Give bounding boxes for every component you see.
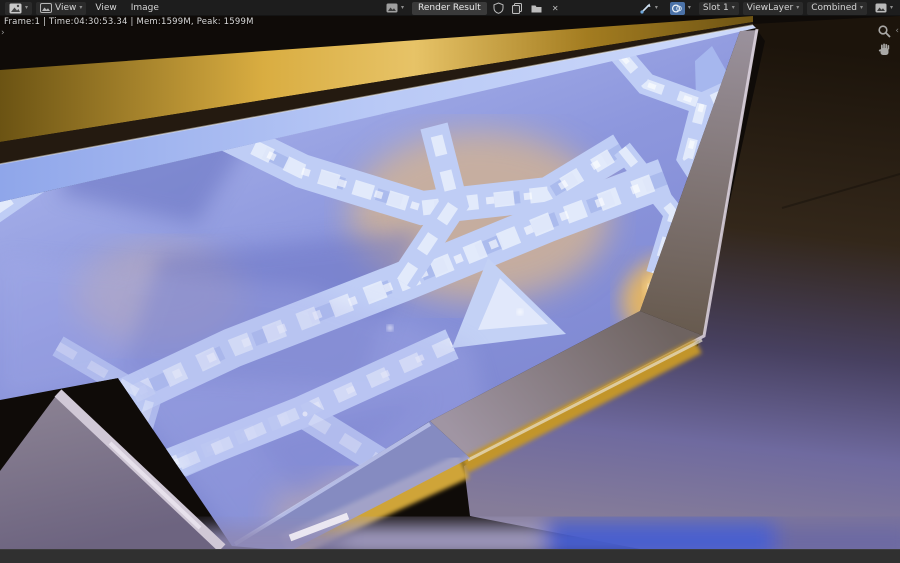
overlays-icon bbox=[669, 1, 685, 15]
image-mode-icon bbox=[40, 3, 53, 13]
sidebar-toggle-arrow[interactable]: ‹ bbox=[895, 26, 899, 36]
pan-gizmo-hand-icon[interactable] bbox=[877, 42, 892, 57]
browse-image-dropdown[interactable]: ▾ bbox=[382, 2, 408, 15]
image-editor-header: ▾ View ▾ View Image ▾ Render Result ✕ ▾ … bbox=[0, 0, 900, 16]
editor-type-dropdown[interactable]: ▾ bbox=[5, 1, 33, 15]
duplicate-image-button[interactable] bbox=[510, 2, 525, 15]
chevron-down-icon: ▾ bbox=[889, 4, 893, 11]
open-image-button[interactable] bbox=[529, 2, 544, 15]
image-datablock-group: ▾ Render Result ✕ bbox=[382, 0, 563, 16]
gizmos-toggle-dropdown[interactable]: ▾ bbox=[635, 2, 662, 15]
render-pass-label: Combined bbox=[811, 2, 857, 13]
slot-dropdown[interactable]: Slot 1 ▾ bbox=[698, 1, 739, 15]
chevron-down-icon: ▾ bbox=[731, 4, 735, 11]
menu-image[interactable]: Image bbox=[126, 1, 164, 16]
chevron-down-icon: ▾ bbox=[401, 4, 405, 11]
toolbar-toggle-arrow[interactable]: › bbox=[1, 28, 5, 38]
chevron-down-icon: ▾ bbox=[687, 4, 691, 11]
mode-label: View bbox=[55, 2, 77, 13]
shield-icon bbox=[493, 2, 504, 14]
close-icon: ✕ bbox=[551, 3, 559, 13]
render-pass-dropdown[interactable]: Combined ▾ bbox=[807, 1, 867, 15]
blender-window: ▾ View ▾ View Image ▾ Render Result ✕ ▾ … bbox=[0, 0, 900, 563]
menu-view[interactable]: View bbox=[90, 1, 121, 16]
status-bar bbox=[0, 549, 900, 563]
unlink-image-button[interactable]: ✕ bbox=[548, 2, 563, 15]
folder-icon bbox=[531, 5, 542, 12]
copy-icon bbox=[512, 3, 523, 14]
image-browse-icon bbox=[386, 3, 398, 13]
view-layer-label: ViewLayer bbox=[746, 2, 794, 13]
chevron-down-icon: ▾ bbox=[796, 4, 800, 11]
image-name-field[interactable]: Render Result bbox=[412, 1, 487, 15]
chevron-down-icon: ▾ bbox=[654, 4, 658, 11]
image-editor-icon bbox=[9, 3, 22, 13]
overlays-toggle-dropdown[interactable]: ▾ bbox=[666, 1, 695, 15]
display-channels-dropdown[interactable]: ▾ bbox=[871, 2, 897, 15]
chevron-down-icon: ▾ bbox=[79, 4, 83, 11]
fake-user-shield-button[interactable] bbox=[491, 2, 506, 15]
chevron-down-icon: ▾ bbox=[25, 4, 29, 11]
zoom-gizmo-magnifier-icon[interactable] bbox=[877, 24, 892, 39]
render-stats-text: Frame:1 | Time:04:30:53.34 | Mem:1599M, … bbox=[4, 17, 254, 27]
display-channels-icon bbox=[875, 3, 887, 13]
view-layer-dropdown[interactable]: ViewLayer ▾ bbox=[742, 1, 804, 15]
chevron-down-icon: ▾ bbox=[859, 4, 863, 11]
header-left-group: ▾ View ▾ View Image bbox=[5, 0, 164, 16]
slot-label: Slot 1 bbox=[702, 2, 729, 13]
render-viewport-canvas[interactable]: Frame:1 | Time:04:30:53.34 | Mem:1599M, … bbox=[0, 16, 900, 549]
render-result-image bbox=[0, 16, 900, 549]
mode-dropdown[interactable]: View ▾ bbox=[36, 1, 87, 15]
gizmo-arrow-icon bbox=[640, 3, 651, 14]
header-right-group: ▾ ▾ Slot 1 ▾ ViewLayer ▾ Combined ▾ ▾ bbox=[635, 0, 897, 16]
